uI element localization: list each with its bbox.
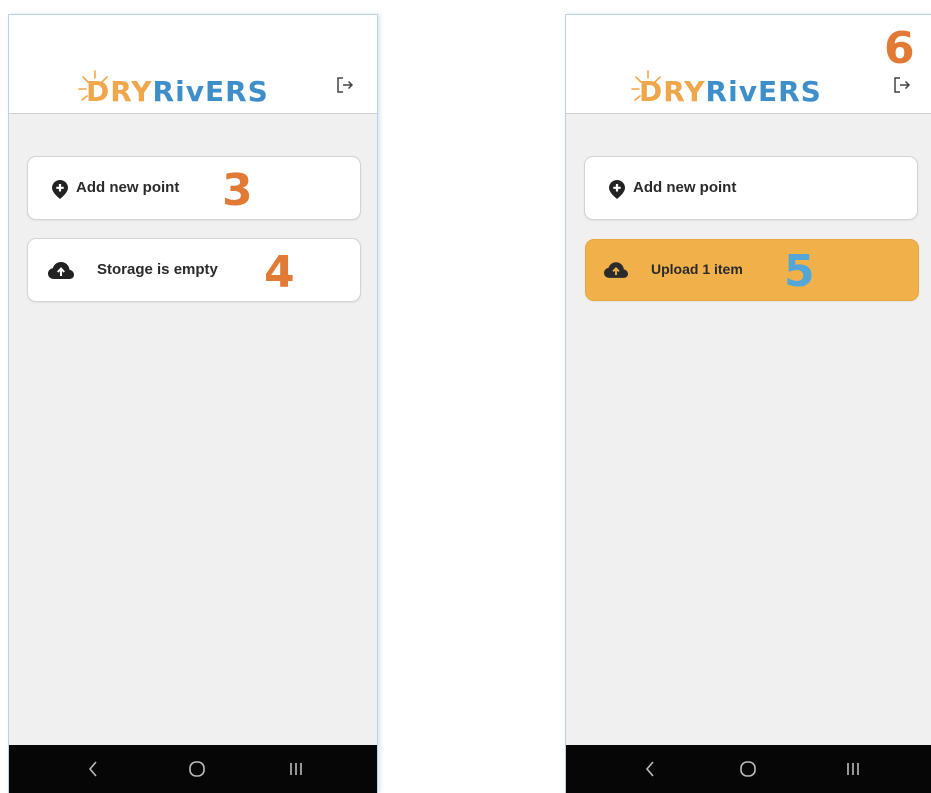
dryrivers-logo: DRYRivERS [631, 70, 822, 108]
home-circle-icon[interactable] [187, 759, 207, 779]
storage-status-button[interactable]: Storage is empty 4 [27, 238, 361, 302]
phone-screen-left: DRYRivERS Add new point 3 Storage is emp… [8, 14, 378, 793]
recents-bars-icon[interactable] [287, 759, 305, 779]
upload-items-label: Upload 1 item [651, 261, 743, 277]
svg-text:DRYRivERS: DRYRivERS [639, 75, 822, 108]
add-new-point-label: Add new point [76, 179, 180, 196]
logout-icon[interactable] [892, 75, 912, 95]
map-marker-plus-icon [52, 180, 68, 199]
back-chevron-icon[interactable] [644, 759, 656, 779]
logout-icon[interactable] [335, 75, 355, 95]
add-new-point-label: Add new point [633, 179, 737, 196]
add-new-point-button[interactable]: Add new point 3 [27, 156, 361, 220]
annotation-step-5: 5 [784, 246, 815, 297]
dryrivers-logo: DRYRivERS [78, 70, 269, 108]
home-circle-icon[interactable] [738, 759, 758, 779]
annotation-step-4: 4 [264, 247, 295, 298]
cloud-upload-icon [604, 262, 628, 278]
annotation-step-6: 6 [884, 23, 915, 74]
back-chevron-icon[interactable] [87, 759, 99, 779]
recents-bars-icon[interactable] [844, 759, 862, 779]
annotation-step-3: 3 [222, 165, 253, 216]
app-bar: DRYRivERS 6 [566, 15, 931, 114]
add-new-point-button[interactable]: Add new point [584, 156, 918, 220]
map-marker-plus-icon [609, 180, 625, 199]
cloud-upload-icon [48, 262, 74, 279]
app-bar: DRYRivERS [9, 15, 377, 114]
upload-items-button[interactable]: Upload 1 item 5 [585, 239, 919, 301]
android-nav-bar [9, 745, 377, 793]
phone-screen-right: DRYRivERS 6 Add new point Upload 1 item … [565, 14, 931, 793]
android-nav-bar [566, 745, 931, 793]
svg-text:DRYRivERS: DRYRivERS [86, 75, 269, 108]
storage-status-label: Storage is empty [97, 261, 218, 278]
